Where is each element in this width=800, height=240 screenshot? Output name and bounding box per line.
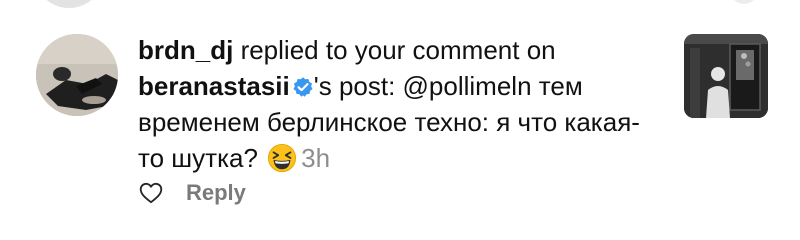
post-thumbnail[interactable] <box>684 34 768 118</box>
post-owner-username[interactable]: beranastasii <box>138 71 290 101</box>
actor-username[interactable]: brdn_dj <box>138 35 233 65</box>
grinning-squinting-face-icon <box>268 143 297 173</box>
timestamp: 3h <box>301 143 331 173</box>
reply-button[interactable]: Reply <box>186 180 246 206</box>
heart-outline-icon[interactable] <box>138 180 164 206</box>
verified-badge-icon <box>293 77 313 97</box>
notification-message: brdn_dj replied to your comment on beran… <box>138 32 658 176</box>
action-row: Reply <box>138 178 246 208</box>
post-photo <box>684 34 768 118</box>
activity-notification[interactable]: brdn_dj replied to your comment on beran… <box>0 0 800 240</box>
avatar[interactable] <box>36 34 118 116</box>
avatar-photo <box>36 34 118 116</box>
action-text: replied to your comment on <box>233 35 556 65</box>
